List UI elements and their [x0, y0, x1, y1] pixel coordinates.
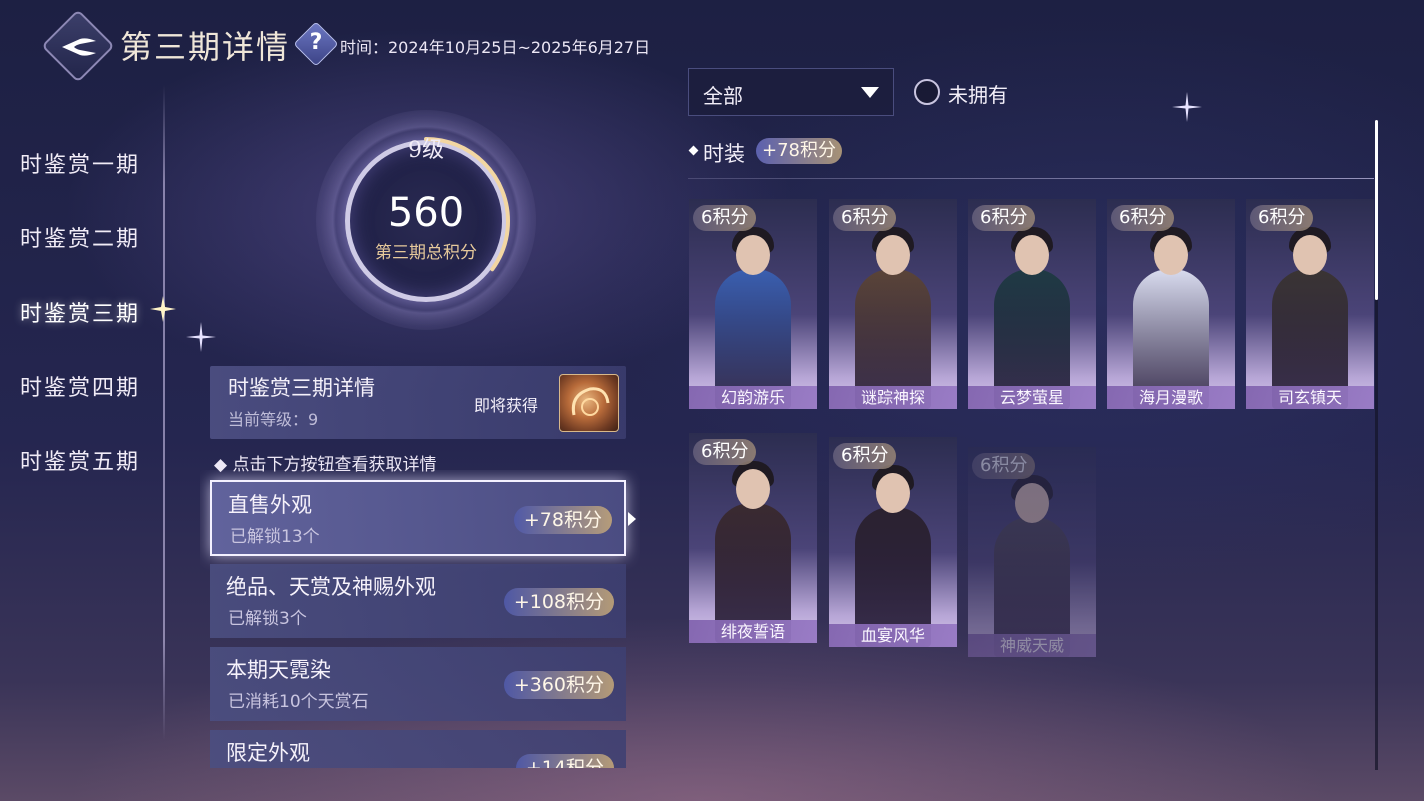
sidebar-item-period-1[interactable]: 时鉴赏一期 — [20, 147, 140, 179]
row-subtitle: 已解锁13个 — [230, 527, 320, 547]
outfit-face — [876, 473, 910, 513]
score-row-limited[interactable]: 限定外观 +14积分 — [210, 730, 626, 768]
outfit-face — [1015, 235, 1049, 275]
card-points-badge: 6积分 — [972, 453, 1036, 479]
card-points-badge: 6积分 — [1250, 205, 1314, 231]
outfit-card[interactable]: 6积分绯夜誓语 — [689, 433, 817, 643]
outfit-card[interactable]: 6积分血宴风华 — [829, 437, 957, 647]
sidebar-item-period-2[interactable]: 时鉴赏二期 — [20, 221, 140, 253]
current-level: 当前等级：9 — [228, 410, 319, 429]
outfit-card[interactable]: 6积分司玄镇天 — [1246, 199, 1374, 409]
section-divider — [688, 178, 1374, 179]
event-time: 时间：2024年10月25日~2025年6月27日 — [340, 38, 651, 57]
row-title: 本期天霓染 — [226, 658, 331, 682]
score-row-direct-sale[interactable]: 直售外观 已解锁13个 +78积分 — [210, 480, 626, 556]
card-name: 谜踪神探 — [829, 386, 957, 409]
outfit-face — [1293, 235, 1327, 275]
row-points: +108积分 — [503, 588, 614, 616]
section-title: 时装 — [703, 142, 745, 166]
card-points-badge: 6积分 — [833, 443, 897, 469]
dropdown-value: 全部 — [703, 84, 743, 108]
category-dropdown[interactable]: 全部 — [688, 68, 894, 116]
score-row-dye[interactable]: 本期天霓染 已消耗10个天赏石 +360积分 — [210, 647, 626, 721]
card-name: 幻韵游乐 — [689, 386, 817, 409]
row-title: 限定外观 — [226, 741, 310, 765]
row-title: 直售外观 — [228, 493, 312, 517]
outfit-face — [1015, 483, 1049, 523]
total-score: 560 — [387, 190, 465, 236]
total-score-label: 第三期总积分 — [375, 243, 477, 263]
selected-star-icon — [150, 296, 176, 322]
sidebar-divider — [163, 85, 165, 740]
card-points-badge: 6积分 — [1111, 205, 1175, 231]
score-row-premium[interactable]: 绝品、天赏及神赐外观 已解锁3个 +108积分 — [210, 564, 626, 638]
section-points: +78积分 — [756, 138, 842, 164]
detail-title: 时鉴赏三期详情 — [228, 376, 375, 400]
outfit-card[interactable]: 6积分云梦萤星 — [968, 199, 1096, 409]
row-subtitle: 已消耗10个天赏石 — [228, 692, 369, 712]
sidebar-item-period-3[interactable]: 时鉴赏三期 — [20, 296, 140, 328]
active-row-arrow-icon — [628, 512, 636, 526]
back-arrow-icon — [60, 28, 98, 66]
page-title: 第三期详情 — [120, 28, 291, 66]
outfit-face — [876, 235, 910, 275]
row-title: 绝品、天赏及神赐外观 — [226, 575, 436, 599]
row-points: +78积分 — [513, 506, 612, 534]
card-name: 云梦萤星 — [968, 386, 1096, 409]
reward-emblem-icon[interactable] — [559, 374, 619, 432]
score-list[interactable]: 直售外观 已解锁13个 +78积分 绝品、天赏及神赐外观 已解锁3个 +108积… — [200, 470, 640, 768]
outfit-card[interactable]: 6积分幻韵游乐 — [689, 199, 817, 409]
row-points: +14积分 — [515, 754, 614, 768]
card-name: 海月漫歌 — [1107, 386, 1235, 409]
card-name: 血宴风华 — [829, 624, 957, 647]
section-bullet-icon — [688, 145, 699, 156]
sidebar-item-period-4[interactable]: 时鉴赏四期 — [20, 370, 140, 402]
card-name: 神威天威 — [968, 634, 1096, 657]
card-name: 绯夜誓语 — [689, 620, 817, 643]
outfit-card[interactable]: 6积分谜踪神探 — [829, 199, 957, 409]
sparkle-icon — [186, 322, 216, 352]
card-points-badge: 6积分 — [693, 439, 757, 465]
outfit-face — [736, 469, 770, 509]
card-name: 司玄镇天 — [1246, 386, 1374, 409]
not-owned-checkbox[interactable] — [914, 79, 940, 105]
row-subtitle: 已解锁3个 — [228, 609, 307, 629]
level-label: 9级 — [408, 138, 444, 163]
sidebar-item-period-5[interactable]: 时鉴赏五期 — [20, 444, 140, 476]
not-owned-label[interactable]: 未拥有 — [948, 79, 1008, 108]
outfit-card[interactable]: 6积分海月漫歌 — [1107, 199, 1235, 409]
soon-label: 即将获得 — [474, 396, 539, 415]
outfit-face — [1154, 235, 1188, 275]
sparkle-icon — [1172, 92, 1202, 122]
card-points-badge: 6积分 — [693, 205, 757, 231]
row-points: +360积分 — [503, 671, 614, 699]
outfit-face — [736, 235, 770, 275]
chevron-down-icon — [861, 87, 879, 98]
card-points-badge: 6积分 — [833, 205, 897, 231]
outfit-card[interactable]: 6积分神威天威 — [968, 447, 1096, 657]
help-icon: ? — [309, 30, 323, 55]
scrollbar-thumb[interactable] — [1375, 120, 1378, 300]
card-points-badge: 6积分 — [972, 205, 1036, 231]
